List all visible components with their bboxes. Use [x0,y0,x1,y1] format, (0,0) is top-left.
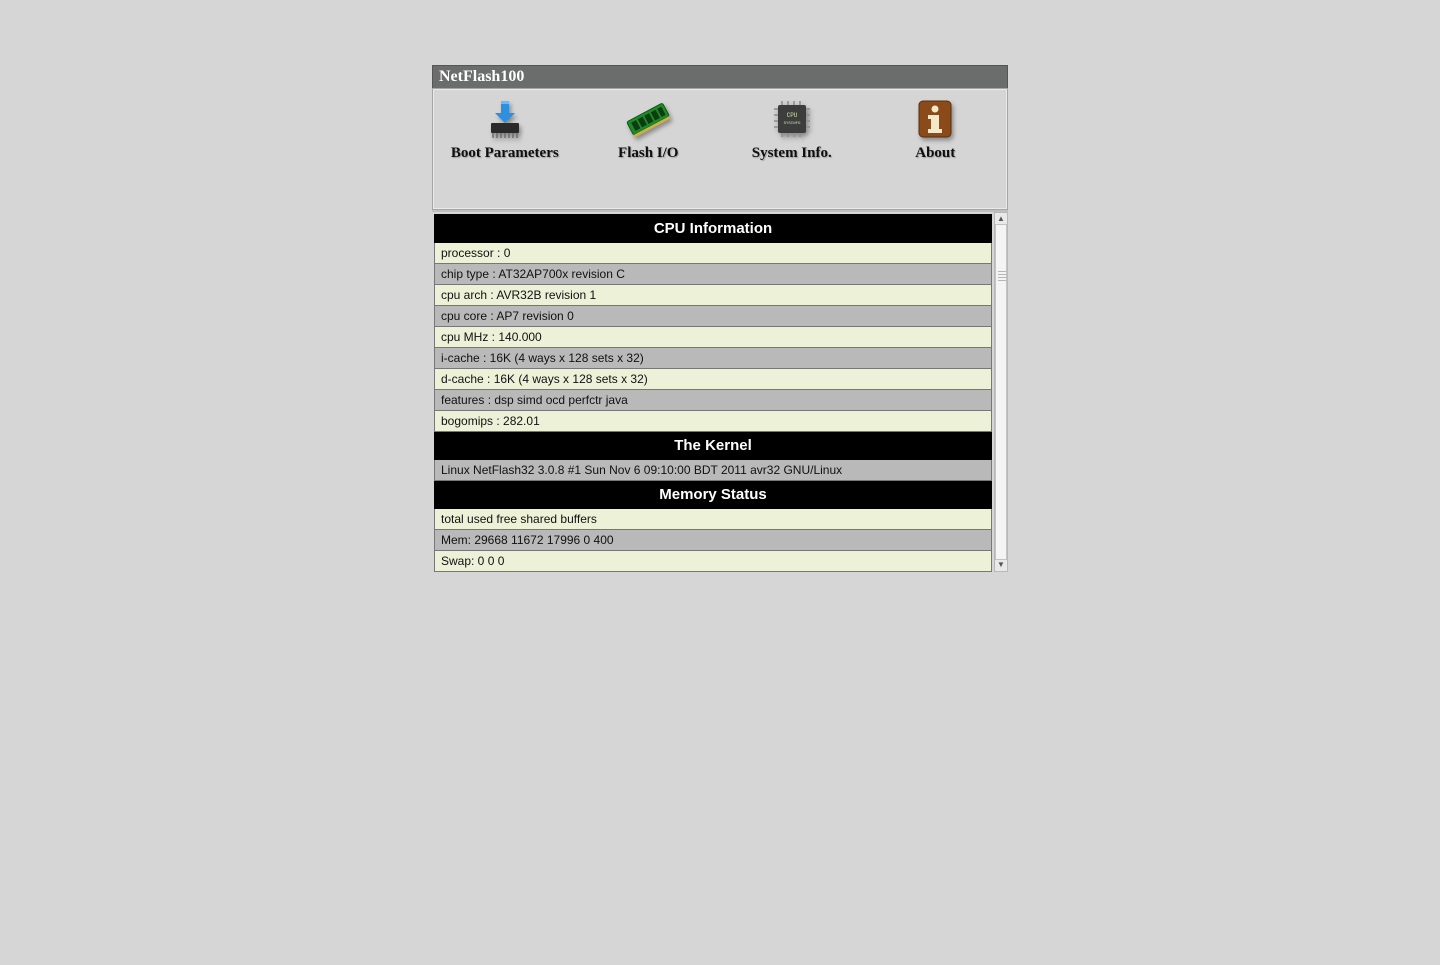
scrollbar[interactable]: ▲ ▼ [994,212,1008,572]
nav-flash-io-label: Flash I/O [618,145,678,162]
cpu-chip-icon: CPU SYSINFO [768,95,816,143]
cpu-heading: CPU Information [435,215,992,243]
scrollbar-thumb[interactable] [995,224,1007,560]
nav-flash-io[interactable]: Flash I/O [583,95,713,162]
memory-row: total used free shared buffers [435,509,992,530]
cpu-row: d-cache : 16K (4 ways x 128 sets x 32) [435,369,992,390]
memory-row: Total: 29668 11672 17996 [435,572,992,573]
kernel-heading: The Kernel [435,432,992,460]
toolbar: Boot Parameters Flash I/O [432,88,1008,210]
svg-text:SYSINFO: SYSINFO [783,122,800,126]
nav-boot-parameters[interactable]: Boot Parameters [440,95,570,162]
svg-text:CPU: CPU [786,112,797,119]
kernel-row: Linux NetFlash32 3.0.8 #1 Sun Nov 6 09:1… [435,460,992,481]
cpu-row: cpu MHz : 140.000 [435,327,992,348]
nav-about-label: About [915,145,955,162]
chip-download-icon [481,95,529,143]
memory-row: Swap: 0 0 0 [435,551,992,572]
app-window: NetFlash100 [432,65,1008,572]
info-table: CPU Information processor : 0 chip type … [434,214,992,572]
content-area: CPU Information processor : 0 chip type … [432,210,1008,572]
cpu-row: processor : 0 [435,243,992,264]
cpu-row: chip type : AT32AP700x revision C [435,264,992,285]
cpu-row: bogomips : 282.01 [435,411,992,432]
memory-row: Mem: 29668 11672 17996 0 400 [435,530,992,551]
content-main: CPU Information processor : 0 chip type … [432,212,994,572]
title-bar: NetFlash100 [432,65,1008,88]
scroll-up-arrow-icon[interactable]: ▲ [996,214,1006,224]
info-icon [911,95,959,143]
memory-heading: Memory Status [435,481,992,509]
nav-about[interactable]: About [870,95,1000,162]
scroll-down-arrow-icon[interactable]: ▼ [996,560,1006,570]
nav-system-info-label: System Info. [752,145,832,162]
app-title: NetFlash100 [439,68,524,85]
cpu-row: i-cache : 16K (4 ways x 128 sets x 32) [435,348,992,369]
scrollbar-track[interactable] [995,224,1007,560]
nav-boot-parameters-label: Boot Parameters [451,145,559,162]
cpu-row: features : dsp simd ocd perfctr java [435,390,992,411]
cpu-row: cpu core : AP7 revision 0 [435,306,992,327]
ram-stick-icon [624,95,672,143]
cpu-row: cpu arch : AVR32B revision 1 [435,285,992,306]
nav-system-info[interactable]: CPU SYSINFO System Info. [727,95,857,162]
